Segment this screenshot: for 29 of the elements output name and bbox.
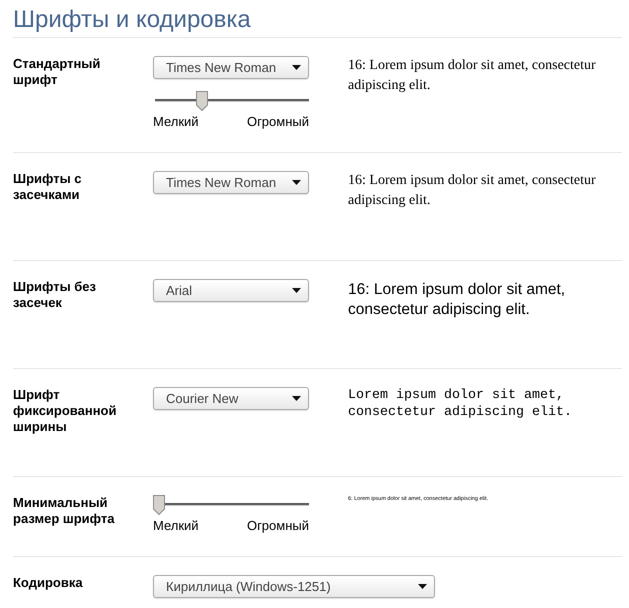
caret-icon (292, 180, 301, 185)
caret-icon (292, 396, 301, 401)
font-sample-text: 16: Lorem ipsum dolor sit amet, consectetur adipiscing elit. (348, 57, 597, 95)
page-title: Шрифты и кодировка (13, 5, 252, 35)
setting-label: Шрифт фиксированной ширины (13, 387, 118, 435)
setting-label: Кодировка (13, 575, 84, 591)
setting-label: Минимальный размер шрифта (13, 495, 116, 527)
caret-icon (418, 584, 427, 589)
caret-icon (292, 65, 301, 70)
font-sample-text: 16: Lorem ipsum dolor sit amet, consectetur adipiscing elit. (348, 280, 566, 320)
slider-max-label: Огромный (246, 114, 309, 130)
font-dropdown[interactable]: Times New Roman (153, 56, 309, 79)
slider-track[interactable] (153, 91, 309, 111)
font-dropdown[interactable]: Courier New (153, 387, 309, 410)
font-sample-text: 16: Lorem ipsum dolor sit amet, consectetur adipiscing elit. (348, 172, 597, 210)
slider-max-label: Огромный (246, 518, 309, 534)
setting-label: Шрифты без засечек (13, 279, 98, 311)
slider-min-label: Мелкий (153, 518, 199, 534)
slider-thumb[interactable] (196, 91, 208, 111)
font-dropdown[interactable]: Arial (153, 279, 309, 302)
setting-label: Шрифты с засечками (13, 171, 83, 203)
setting-label: Стандартный шрифт (13, 56, 102, 88)
font-dropdown[interactable]: Кириллица (Windows-1251) (153, 575, 435, 598)
slider-thumb[interactable] (153, 495, 165, 515)
font-sample-text: Lorem ipsum dolor sit amet, consectetur adipiscing elit. (348, 387, 573, 421)
slider-track[interactable] (153, 495, 309, 515)
font-dropdown[interactable]: Times New Roman (153, 171, 309, 194)
slider-min-label: Мелкий (153, 114, 199, 130)
caret-icon (292, 288, 301, 293)
